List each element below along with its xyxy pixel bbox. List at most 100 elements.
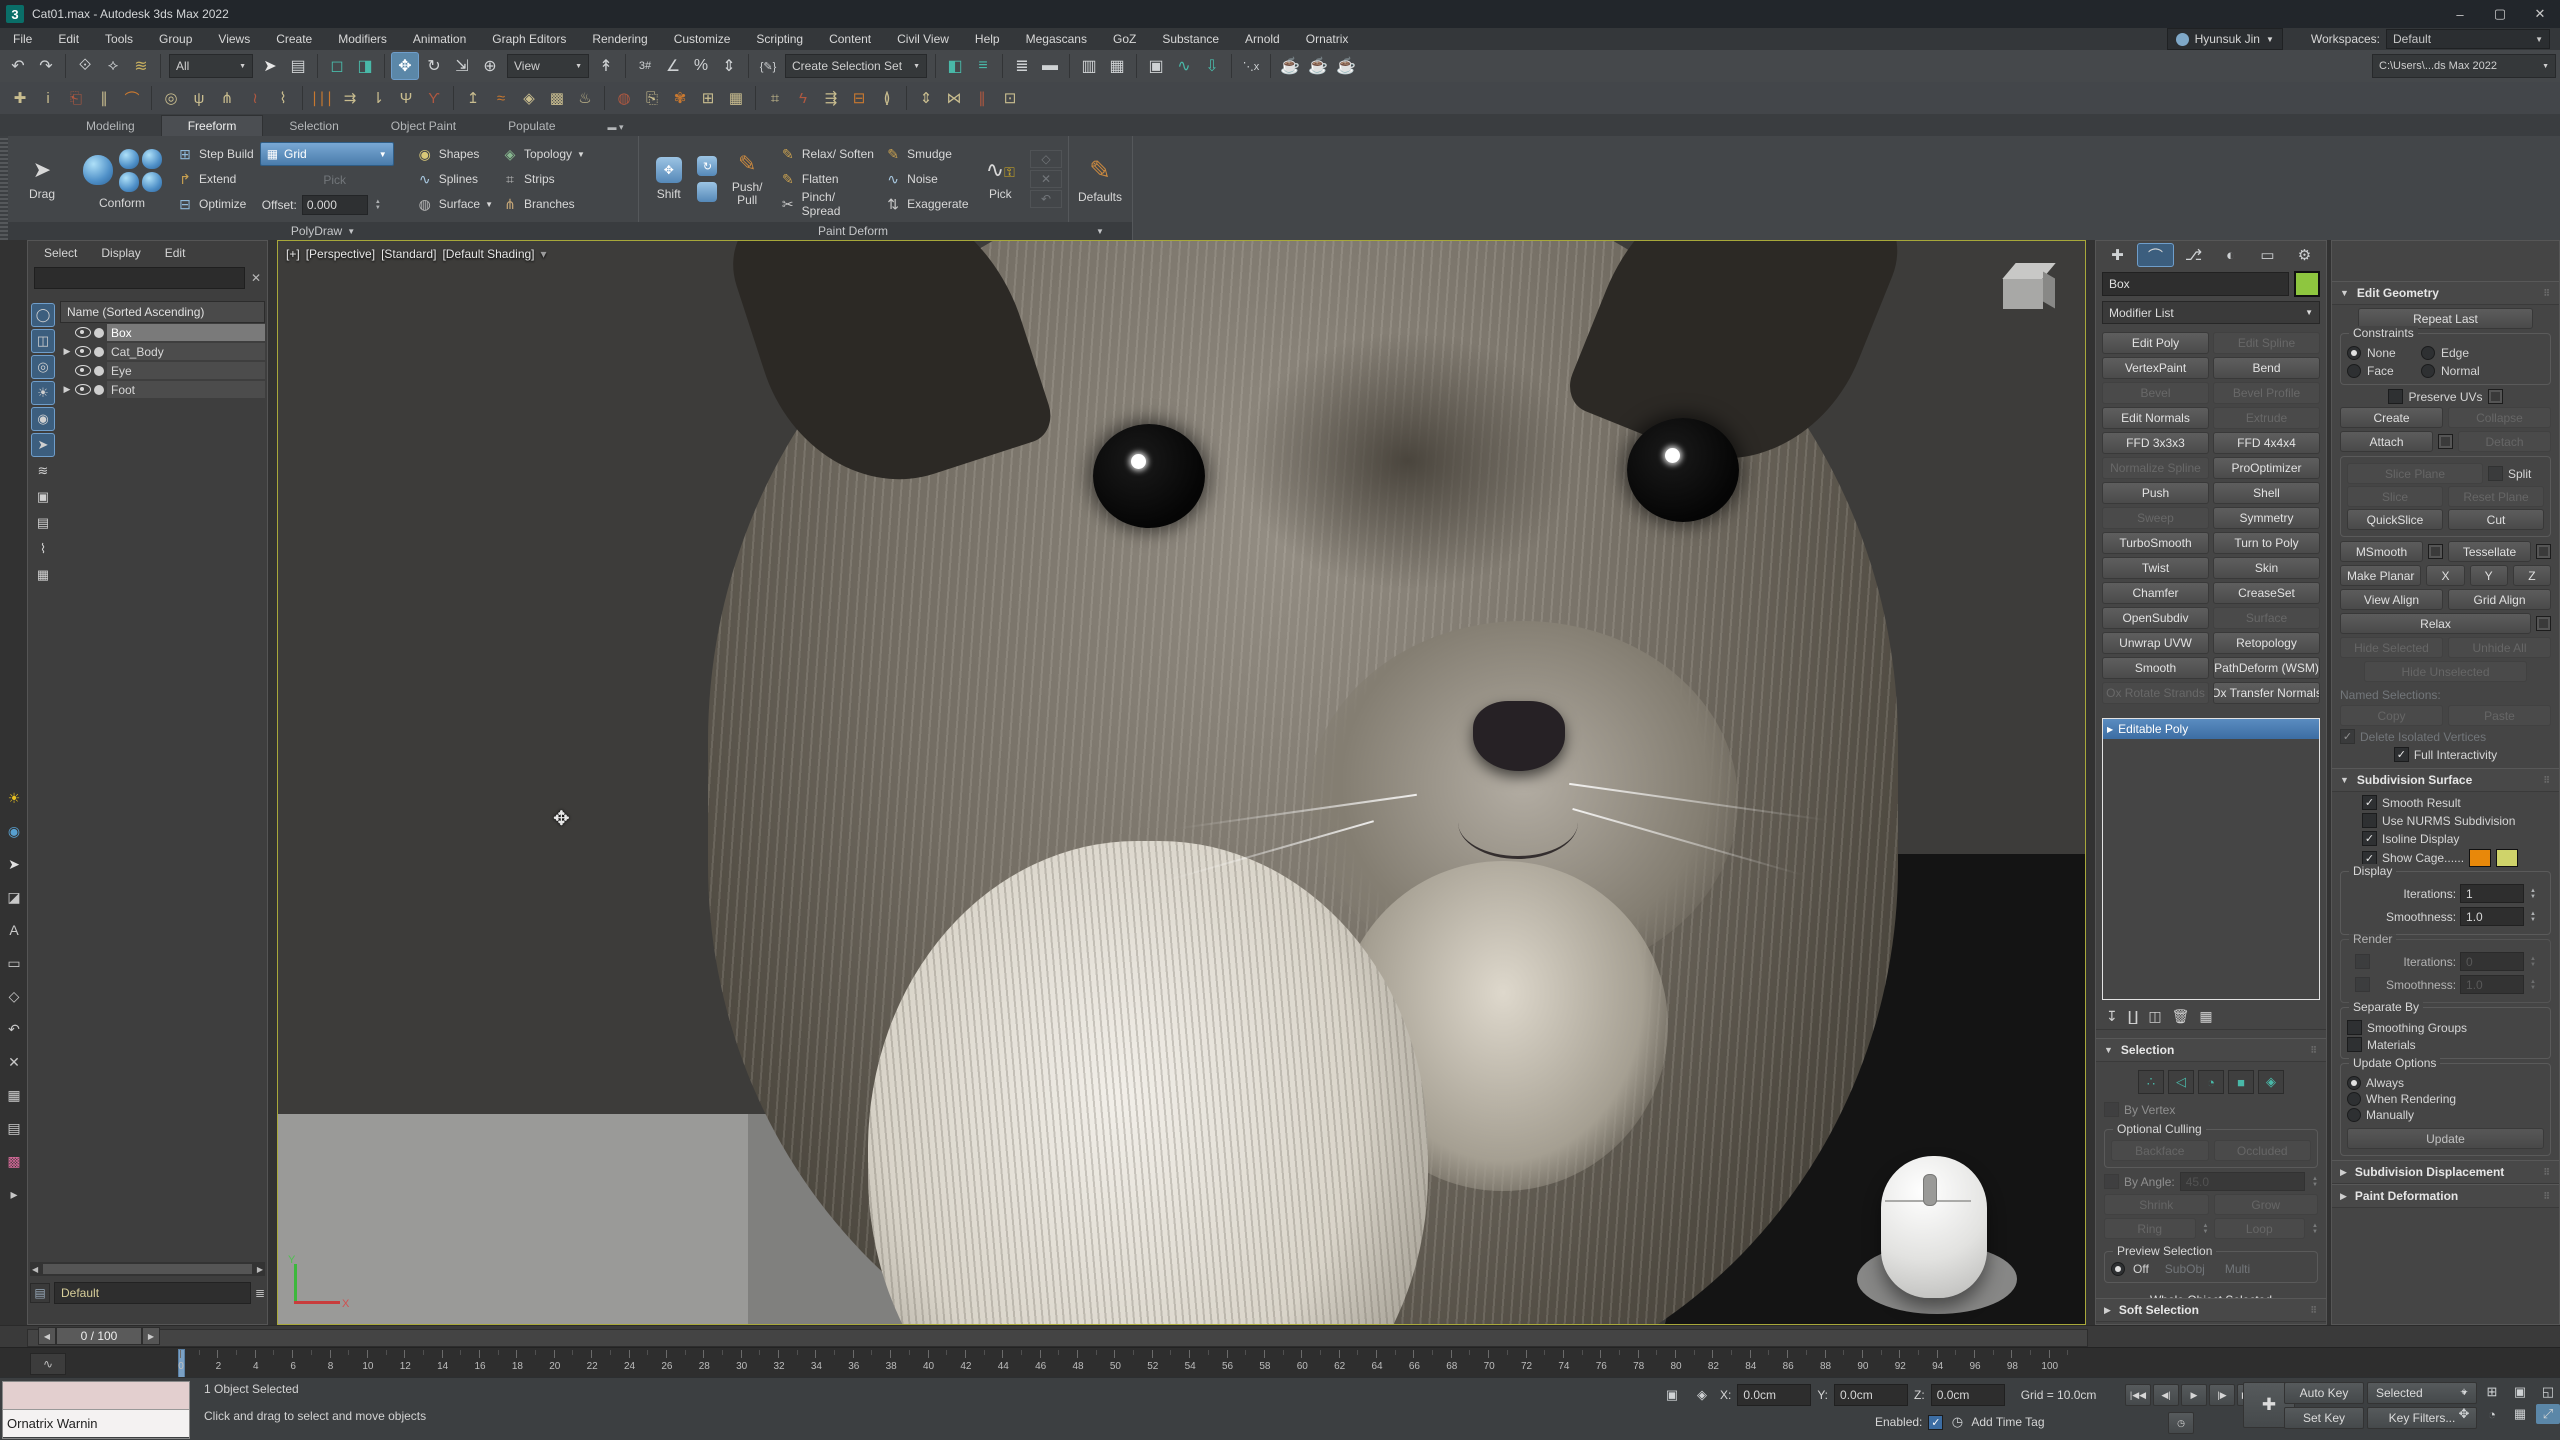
ornatrix-tool-icon[interactable]: ⎗ — [63, 85, 89, 111]
modifier-button-edit-poly[interactable]: Edit Poly — [2102, 332, 2209, 354]
menu-customize[interactable]: Customize — [661, 28, 744, 50]
selection-lock-icon[interactable]: ◈ — [1690, 1385, 1714, 1405]
display-all-icon[interactable]: ◯ — [31, 303, 55, 327]
mirror-icon[interactable]: ◧ — [942, 53, 968, 79]
angle-snap-icon[interactable]: ∠ — [660, 53, 686, 79]
spinner-snap-icon[interactable]: ⇕ — [716, 53, 742, 79]
shapes-button[interactable]: ◉Shapes — [414, 143, 495, 165]
ornatrix-tool-icon[interactable]: ϒ — [421, 85, 447, 111]
flatten-button[interactable]: ✎Flatten — [777, 168, 878, 190]
ornatrix-tool-icon[interactable]: ◎ — [158, 85, 184, 111]
ornatrix-tool-icon[interactable]: ∣∣∣ — [309, 85, 335, 111]
ornatrix-tool-icon[interactable]: ⎘ — [639, 85, 665, 111]
use-nurms-checkbox[interactable] — [2362, 813, 2377, 828]
tessellate-settings-icon[interactable] — [2536, 544, 2551, 559]
ornatrix-tool-icon[interactable]: ⇉ — [337, 85, 363, 111]
lightbulb-icon[interactable]: ☀ — [4, 788, 24, 808]
renderable-icon[interactable] — [94, 328, 104, 338]
materials-checkbox[interactable] — [2347, 1037, 2362, 1052]
scene-explorer-search-input[interactable] — [34, 267, 245, 289]
viewport-menu-pov[interactable]: [Perspective] — [306, 247, 375, 261]
ribbon-minimize-icon[interactable]: ▬ ▾ — [582, 119, 650, 136]
tree-row-cat_body[interactable]: ▶Cat_Body — [60, 342, 265, 361]
ribbon-tab-object-paint[interactable]: Object Paint — [365, 116, 482, 136]
exaggerate-button[interactable]: ⇅Exaggerate — [882, 193, 970, 215]
conform-move-icon[interactable] — [119, 149, 139, 169]
preview-off-radio[interactable] — [2111, 1262, 2125, 1276]
ornatrix-tool-icon[interactable]: ◈ — [516, 85, 542, 111]
polydraw-panel-label[interactable]: PolyDraw▼ — [8, 222, 638, 240]
ornatrix-tool-icon[interactable]: Ψ — [393, 85, 419, 111]
ornatrix-tool-icon[interactable]: ⇶ — [818, 85, 844, 111]
attach-settings-icon[interactable] — [2438, 434, 2453, 449]
diamond-tool-icon[interactable]: ◇ — [4, 986, 24, 1006]
display-cameras-icon[interactable]: ◉ — [31, 407, 55, 431]
modifier-button-shell[interactable]: Shell — [2213, 482, 2320, 504]
ornatrix-tool-icon[interactable]: ⋔ — [214, 85, 240, 111]
edit-geometry-rollout-header[interactable]: ▼Edit Geometry⠿ — [2332, 281, 2559, 305]
modifier-button-retopology[interactable]: Retopology — [2213, 632, 2320, 654]
modifier-button-edit-normals[interactable]: Edit Normals — [2102, 407, 2209, 429]
modify-tab-icon[interactable]: ⌒ — [2137, 243, 2174, 267]
viewport-menu-shading[interactable]: [Default Shading] — [442, 247, 534, 261]
active-layer-field[interactable]: Default — [54, 1282, 251, 1304]
snap-toggle-icon[interactable]: 3# — [632, 53, 658, 79]
display-smoothness-field[interactable]: 1.0 — [2460, 907, 2524, 926]
ornatrix-tool-icon[interactable]: ⌒ — [119, 85, 145, 111]
ornatrix-tool-icon[interactable]: ⇕ — [913, 85, 939, 111]
zoom-all-icon[interactable]: ⊞ — [2480, 1382, 2504, 1402]
explorer-menu-display[interactable]: Display — [91, 244, 150, 262]
scene-explorer-icon[interactable]: ▥ — [1076, 53, 1102, 79]
strips-button[interactable]: ⌗Strips — [499, 168, 587, 190]
modifier-button-vertexpaint[interactable]: VertexPaint — [2102, 357, 2209, 379]
scroll-right-icon[interactable]: ▶ — [255, 1265, 265, 1274]
offset-spinner[interactable]: ▲▼ — [375, 199, 381, 211]
menu-arnold[interactable]: Arnold — [1232, 28, 1293, 50]
modifier-button-chamfer[interactable]: Chamfer — [2102, 582, 2209, 604]
cage-color-swatch-1[interactable] — [2469, 849, 2491, 867]
make-planar-button[interactable]: Make Planar — [2340, 565, 2421, 586]
tag-icon[interactable]: ◪ — [4, 887, 24, 907]
select-link-icon[interactable]: ⟐ — [72, 53, 98, 79]
split-checkbox[interactable] — [2488, 466, 2503, 481]
relax-settings-icon[interactable] — [2536, 616, 2551, 631]
next-frame-button[interactable]: |▶ — [2209, 1384, 2235, 1406]
make-unique-icon[interactable]: ◫ — [2148, 1008, 2161, 1025]
expand-icon[interactable]: ▶ — [62, 384, 72, 395]
defaults-panel-label[interactable]: ▼ — [1068, 222, 1132, 240]
ornatrix-tool-icon[interactable]: ϟ — [790, 85, 816, 111]
redo-icon[interactable]: ↷ — [33, 53, 59, 79]
ornatrix-tool-icon[interactable]: ψ — [186, 85, 212, 111]
z-coordinate-field[interactable]: 0.0cm — [1931, 1384, 2005, 1406]
menu-megascans[interactable]: Megascans — [1013, 28, 1100, 50]
layer-icon[interactable]: ▤ — [30, 1283, 50, 1303]
ornatrix-tool-icon[interactable]: ⊞ — [695, 85, 721, 111]
pin-stack-icon[interactable]: ↧ — [2106, 1008, 2118, 1025]
select-move-icon[interactable]: ✥ — [391, 52, 419, 80]
modifier-button-opensubdiv[interactable]: OpenSubdiv — [2102, 607, 2209, 629]
display-containers-icon[interactable]: ▦ — [31, 563, 55, 587]
add-time-tag-text[interactable]: Add Time Tag — [1971, 1415, 2044, 1429]
close-button[interactable]: ✕ — [2520, 0, 2560, 28]
scroll-left-icon[interactable]: ◀ — [30, 1265, 40, 1274]
hierarchy-tab-icon[interactable]: ⎇ — [2176, 243, 2211, 267]
update-manually-radio[interactable] — [2347, 1108, 2361, 1122]
modifier-button-ffd-4x4x4[interactable]: FFD 4x4x4 — [2213, 432, 2320, 454]
visibility-eye-icon[interactable] — [75, 384, 91, 395]
explorer-menu-select[interactable]: Select — [34, 244, 87, 262]
ornatrix-tool-icon[interactable]: ⊟ — [846, 85, 872, 111]
modifier-stack[interactable]: ▶ Editable Poly — [2102, 718, 2320, 1000]
set-key-button[interactable]: Set Key — [2284, 1407, 2364, 1429]
vertex-mode-icon[interactable]: ∴ — [2138, 1070, 2164, 1094]
configure-modifier-sets-icon[interactable]: ▦ — [2199, 1008, 2212, 1025]
display-geometry-icon[interactable]: ◫ — [31, 329, 55, 353]
object-name-field[interactable]: Box — [2102, 272, 2289, 296]
modifier-button-symmetry[interactable]: Symmetry — [2213, 507, 2320, 529]
select-by-name-icon[interactable]: ▤ — [285, 53, 311, 79]
update-when-rendering-radio[interactable] — [2347, 1092, 2361, 1106]
paint-deformation-rollout-header[interactable]: ▶Paint Deformation⠿ — [2332, 1184, 2559, 1208]
align-icon[interactable]: ≡ — [970, 53, 996, 79]
menu-goz[interactable]: GoZ — [1100, 28, 1149, 50]
planar-x-button[interactable]: X — [2426, 565, 2464, 586]
app-icon[interactable]: 3 — [6, 5, 24, 23]
